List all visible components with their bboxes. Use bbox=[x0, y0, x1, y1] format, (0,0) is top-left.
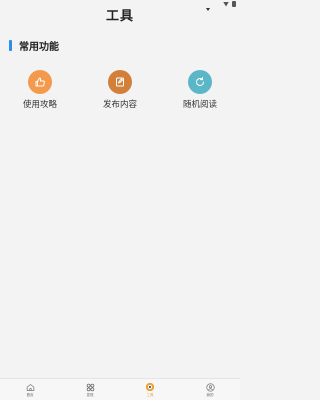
function-label: 使用攻略 bbox=[22, 100, 57, 110]
grid-icon bbox=[85, 382, 95, 392]
tab-mine[interactable]: 我的 bbox=[180, 379, 240, 400]
section-heading: 常用功能 bbox=[9, 39, 59, 53]
bottom-tab-bar: 首页 发现 工具 我的 bbox=[0, 378, 240, 400]
tab-tools[interactable]: 工具 bbox=[120, 379, 180, 400]
function-guide[interactable]: 使用攻略 bbox=[0, 70, 80, 110]
caret-down-icon[interactable] bbox=[206, 8, 210, 11]
tab-label: 我的 bbox=[206, 393, 214, 397]
home-icon bbox=[25, 382, 35, 392]
function-label: 发布内容 bbox=[102, 100, 137, 110]
function-publish[interactable]: 发布内容 bbox=[80, 70, 160, 110]
tab-home[interactable]: 首页 bbox=[0, 379, 60, 400]
page-title: 工具 bbox=[105, 9, 134, 24]
refresh-icon bbox=[188, 70, 212, 94]
app-header: 工具 bbox=[0, 2, 240, 24]
tab-label: 首页 bbox=[26, 393, 34, 397]
function-grid: 使用攻略 发布内容 随机阅读 bbox=[0, 70, 240, 110]
tab-discover[interactable]: 发现 bbox=[60, 379, 120, 400]
tools-screen: 工具 常用功能 使用攻略 发布内容 随机阅读 首页 发现 工具 我的 bbox=[0, 0, 240, 400]
function-label: 随机阅读 bbox=[182, 100, 217, 110]
user-icon bbox=[205, 382, 215, 392]
function-random-read[interactable]: 随机阅读 bbox=[160, 70, 240, 110]
thumbs-up-icon bbox=[28, 70, 52, 94]
tool-icon bbox=[145, 382, 155, 392]
tab-label: 工具 bbox=[146, 393, 154, 397]
tab-label: 发现 bbox=[86, 393, 94, 397]
edit-note-icon bbox=[108, 70, 132, 94]
section-title: 常用功能 bbox=[19, 41, 59, 53]
section-accent-bar bbox=[9, 39, 12, 51]
